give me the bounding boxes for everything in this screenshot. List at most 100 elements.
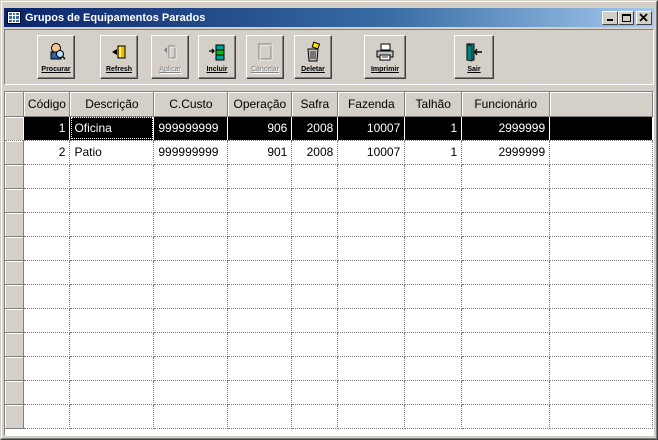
empty-cell[interactable] (23, 236, 71, 261)
empty-cell[interactable] (461, 308, 551, 333)
empty-cell[interactable] (153, 212, 229, 237)
empty-cell[interactable] (337, 356, 406, 381)
empty-cell[interactable] (69, 260, 155, 285)
cell-funcionario[interactable]: 2999999 (461, 140, 551, 165)
empty-row[interactable] (5, 356, 653, 381)
empty-cell[interactable] (291, 260, 339, 285)
empty-cell[interactable] (227, 284, 293, 309)
empty-cell[interactable] (23, 380, 71, 405)
column-header-talhao[interactable]: Talhão (404, 92, 463, 117)
empty-cell[interactable] (461, 260, 551, 285)
empty-cell[interactable] (23, 188, 71, 213)
empty-cell[interactable] (69, 188, 155, 213)
empty-cell[interactable] (69, 284, 155, 309)
empty-cell[interactable] (337, 212, 406, 237)
column-header-ccusto[interactable]: C.Custo (153, 92, 229, 117)
empty-row[interactable] (5, 308, 653, 333)
empty-cell[interactable] (23, 308, 71, 333)
row-indicator[interactable] (5, 212, 25, 237)
cell-operacao[interactable]: 906 (227, 116, 293, 141)
column-header-fazenda[interactable]: Fazenda (337, 92, 406, 117)
empty-cell[interactable] (69, 404, 155, 429)
empty-row[interactable] (5, 260, 653, 285)
empty-cell[interactable] (23, 284, 71, 309)
exit-button[interactable]: Sair (454, 35, 494, 79)
empty-cell[interactable] (404, 404, 463, 429)
empty-cell[interactable] (227, 404, 293, 429)
empty-cell[interactable] (227, 380, 293, 405)
empty-cell[interactable] (153, 308, 229, 333)
cell-fazenda[interactable]: 10007 (337, 140, 406, 165)
cell-codigo[interactable]: 1 (23, 116, 71, 141)
empty-row[interactable] (5, 164, 653, 189)
empty-cell[interactable] (404, 332, 463, 357)
empty-cell[interactable] (69, 332, 155, 357)
empty-cell[interactable] (227, 212, 293, 237)
refresh-button[interactable]: Refresh (100, 35, 138, 79)
close-button[interactable] (636, 10, 652, 25)
empty-cell[interactable] (337, 284, 406, 309)
empty-row[interactable] (5, 380, 653, 405)
empty-cell[interactable] (291, 284, 339, 309)
print-button[interactable]: Imprimir (364, 35, 406, 79)
empty-cell[interactable] (153, 332, 229, 357)
empty-cell[interactable] (404, 308, 463, 333)
minimize-button[interactable] (602, 10, 618, 25)
empty-cell[interactable] (69, 236, 155, 261)
empty-cell[interactable] (291, 404, 339, 429)
empty-cell[interactable] (227, 332, 293, 357)
empty-cell[interactable] (461, 380, 551, 405)
empty-cell[interactable] (404, 164, 463, 189)
row-indicator[interactable] (5, 260, 25, 285)
maximize-button[interactable] (618, 10, 634, 25)
empty-cell[interactable] (153, 164, 229, 189)
empty-cell[interactable] (461, 212, 551, 237)
column-header-descricao[interactable]: Descrição (69, 92, 155, 117)
empty-cell[interactable] (291, 356, 339, 381)
row-indicator[interactable] (5, 164, 25, 189)
search-button[interactable]: Procurar (37, 35, 75, 79)
empty-cell[interactable] (404, 380, 463, 405)
empty-cell[interactable] (69, 164, 155, 189)
cell-codigo[interactable]: 2 (23, 140, 71, 165)
cell-fazenda[interactable]: 10007 (337, 116, 406, 141)
cell-safra[interactable]: 2008 (291, 140, 339, 165)
data-grid[interactable]: Código Descrição C.Custo Operação Safra … (4, 91, 654, 436)
empty-cell[interactable] (404, 236, 463, 261)
table-row[interactable]: 1 Oficina 999999999 906 2008 10007 1 299… (5, 116, 653, 141)
delete-button[interactable]: Deletar (294, 35, 332, 79)
row-indicator[interactable] (5, 404, 25, 429)
empty-cell[interactable] (69, 308, 155, 333)
empty-cell[interactable] (153, 188, 229, 213)
empty-cell[interactable] (227, 356, 293, 381)
row-indicator[interactable] (5, 284, 25, 309)
empty-cell[interactable] (153, 260, 229, 285)
empty-row[interactable] (5, 212, 653, 237)
empty-cell[interactable] (153, 236, 229, 261)
empty-cell[interactable] (291, 212, 339, 237)
column-header-operacao[interactable]: Operação (227, 92, 293, 117)
empty-row[interactable] (5, 284, 653, 309)
column-header-safra[interactable]: Safra (291, 92, 339, 117)
empty-cell[interactable] (227, 164, 293, 189)
empty-row[interactable] (5, 188, 653, 213)
empty-cell[interactable] (227, 236, 293, 261)
cell-funcionario[interactable]: 2999999 (461, 116, 551, 141)
empty-row[interactable] (5, 404, 653, 429)
empty-cell[interactable] (461, 164, 551, 189)
empty-cell[interactable] (291, 188, 339, 213)
row-indicator[interactable] (5, 356, 25, 381)
empty-cell[interactable] (337, 308, 406, 333)
row-indicator[interactable] (5, 188, 25, 213)
empty-cell[interactable] (404, 284, 463, 309)
empty-cell[interactable] (461, 188, 551, 213)
empty-cell[interactable] (153, 284, 229, 309)
column-header-codigo[interactable]: Código (23, 92, 71, 117)
empty-cell[interactable] (23, 260, 71, 285)
cell-operacao[interactable]: 901 (227, 140, 293, 165)
empty-row[interactable] (5, 332, 653, 357)
empty-cell[interactable] (23, 356, 71, 381)
empty-cell[interactable] (461, 236, 551, 261)
empty-cell[interactable] (291, 236, 339, 261)
empty-cell[interactable] (404, 260, 463, 285)
